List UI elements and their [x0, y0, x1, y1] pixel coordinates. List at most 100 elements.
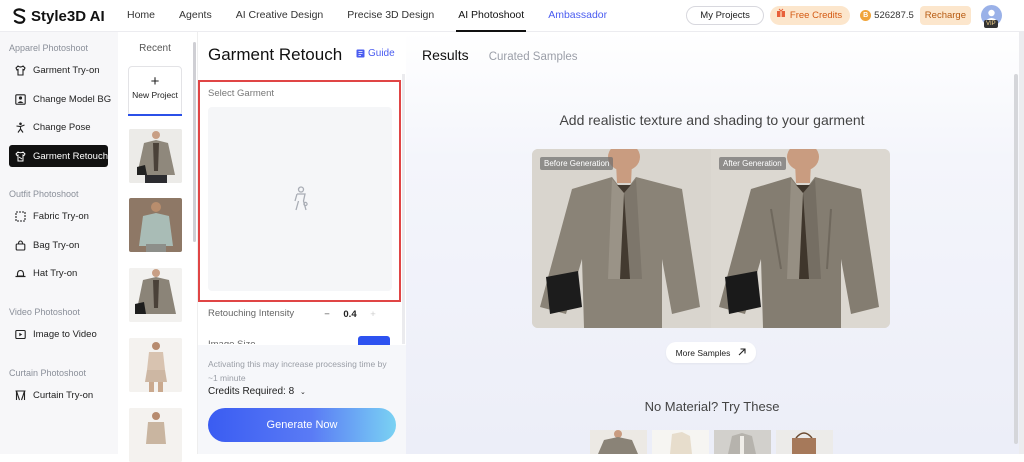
nav-precise-3d-design[interactable]: Precise 3D Design — [347, 0, 434, 32]
app-logo-text: Style3D AI — [31, 7, 105, 25]
mannequin-icon — [294, 186, 308, 211]
garment-upload-dropzone[interactable] — [208, 107, 392, 291]
results-area: Results Curated Samples Add realistic te… — [406, 32, 1024, 454]
sidebar: Apparel Photoshoot Garment Try-on Change… — [0, 32, 118, 454]
results-tabs: Results Curated Samples — [422, 47, 578, 63]
coin-icon: B — [860, 10, 872, 21]
sidebar-item-label: Curtain Try-on — [33, 389, 94, 401]
style3d-logo-icon — [12, 8, 26, 24]
my-projects-button[interactable]: My Projects — [686, 6, 764, 25]
section-video-photoshoot: Video Photoshoot — [9, 307, 80, 317]
sample-thumbnail[interactable] — [776, 430, 833, 454]
recent-title: Recent — [139, 43, 171, 54]
bag-icon — [15, 239, 26, 251]
free-credits-button[interactable]: Free Credits — [769, 6, 851, 25]
sample-thumbnail[interactable] — [652, 430, 709, 454]
intensity-value[interactable]: 0.4 — [336, 309, 364, 320]
sidebar-item-label: Hat Try-on — [33, 267, 78, 279]
image-size-label: Image Size — [208, 339, 256, 344]
guide-link[interactable]: Guide — [356, 48, 395, 59]
new-project-button[interactable]: + New Project — [128, 66, 182, 116]
intensity-stepper: − 0.4 + — [318, 305, 398, 323]
top-right-actions: My Projects Free Credits B 526287.5 Rech… — [686, 5, 1002, 28]
main-nav: Home Agents AI Creative Design Precise 3… — [127, 0, 631, 32]
arrow-up-right-icon — [738, 347, 746, 358]
sidebar-item-fabric-try-on[interactable]: Fabric Try-on — [9, 205, 108, 227]
recent-scrollbar[interactable] — [193, 42, 196, 242]
results-headline: Add realistic texture and shading to you… — [559, 112, 865, 128]
sidebar-item-label: Fabric Try-on — [33, 210, 89, 222]
recent-projects-column: Recent + New Project — [118, 32, 198, 462]
section-apparel-photoshoot: Apparel Photoshoot — [9, 43, 89, 53]
fabric-icon — [15, 210, 26, 222]
select-garment-label: Select Garment — [208, 88, 274, 99]
section-outfit-photoshoot: Outfit Photoshoot — [9, 189, 79, 199]
recent-project-thumbnail[interactable] — [129, 129, 182, 183]
retouch-icon — [15, 150, 26, 161]
sample-thumbnail[interactable] — [714, 430, 771, 454]
new-project-label: New Project — [132, 90, 178, 100]
gift-icon — [776, 6, 786, 25]
plus-icon: + — [150, 73, 160, 90]
pose-icon — [16, 122, 25, 133]
balance-value: 526287.5 — [874, 10, 914, 21]
video-icon — [15, 329, 26, 339]
before-image: Before Generation — [532, 149, 711, 328]
background-person-icon — [15, 93, 26, 105]
decrease-button[interactable]: − — [318, 309, 336, 320]
select-garment-area: Select Garment — [198, 80, 401, 302]
free-credits-label: Free Credits — [789, 10, 843, 21]
generate-now-button[interactable]: Generate Now — [208, 408, 396, 442]
nav-ai-photoshoot[interactable]: AI Photoshoot — [456, 0, 527, 32]
sidebar-item-hat-try-on[interactable]: Hat Try-on — [9, 262, 108, 284]
credits-required-label: Credits Required: 8 — [208, 386, 295, 397]
before-generation-tag: Before Generation — [540, 157, 614, 170]
sidebar-item-garment-retouch[interactable]: Garment Retouch — [9, 145, 108, 167]
nav-agents[interactable]: Agents — [179, 0, 212, 32]
tab-curated-samples[interactable]: Curated Samples — [489, 51, 578, 63]
processing-time-note: Activating this may increase processing … — [208, 359, 387, 383]
recharge-button[interactable]: Recharge — [919, 6, 971, 25]
sidebar-item-label: Bag Try-on — [33, 239, 80, 251]
increase-button[interactable]: + — [364, 309, 382, 320]
page-title: Garment Retouch — [208, 45, 343, 64]
book-icon — [356, 49, 365, 58]
section-curtain-photoshoot: Curtain Photoshoot — [9, 368, 87, 378]
panel-footer: Activating this may increase processing … — [198, 345, 406, 454]
sidebar-item-label: Image to Video — [33, 328, 97, 340]
sidebar-item-image-to-video[interactable]: Image to Video — [9, 323, 108, 345]
recent-project-thumbnail[interactable] — [129, 338, 182, 392]
after-generation-tag: After Generation — [719, 157, 786, 170]
recent-project-thumbnail[interactable] — [129, 268, 182, 322]
credits-required[interactable]: Credits Required: 8 ⌄ — [208, 386, 306, 397]
sidebar-item-change-model-bg[interactable]: Change Model BG — [9, 88, 112, 110]
curtain-icon — [15, 389, 26, 400]
user-avatar[interactable]: VIP — [981, 5, 1002, 28]
sidebar-item-change-pose[interactable]: Change Pose — [9, 116, 108, 138]
new-project-selected-indicator — [128, 114, 182, 116]
nav-home[interactable]: Home — [127, 0, 155, 32]
no-material-heading: No Material? Try These — [644, 399, 780, 414]
sidebar-item-label: Garment Retouch — [33, 150, 108, 162]
panel-scrollbar[interactable] — [402, 74, 405, 344]
sidebar-item-label: Garment Try-on — [33, 64, 100, 76]
hat-icon — [15, 269, 26, 277]
sidebar-item-bag-try-on[interactable]: Bag Try-on — [9, 234, 108, 256]
tab-results[interactable]: Results — [422, 47, 469, 63]
before-after-comparison: Before Generation After Generation — [532, 149, 890, 328]
nav-ai-creative-design[interactable]: AI Creative Design — [236, 0, 324, 32]
right-edge — [1019, 32, 1024, 454]
vip-badge: VIP — [984, 20, 998, 28]
shirt-icon — [15, 64, 26, 76]
retouching-intensity-label: Retouching Intensity — [208, 308, 295, 319]
sidebar-item-garment-try-on[interactable]: Garment Try-on — [9, 59, 108, 81]
image-size-option-selected[interactable] — [358, 336, 390, 345]
app-logo[interactable]: Style3D AI — [12, 7, 105, 25]
sidebar-item-label: Change Model BG — [33, 93, 112, 105]
sample-thumbnail[interactable] — [590, 430, 647, 454]
more-samples-button[interactable]: More Samples — [666, 342, 756, 363]
page-scrollbar[interactable] — [1014, 74, 1018, 444]
recent-project-thumbnail[interactable] — [129, 198, 182, 252]
nav-ambassador[interactable]: Ambassador — [548, 0, 607, 32]
sidebar-item-curtain-try-on[interactable]: Curtain Try-on — [9, 384, 108, 406]
